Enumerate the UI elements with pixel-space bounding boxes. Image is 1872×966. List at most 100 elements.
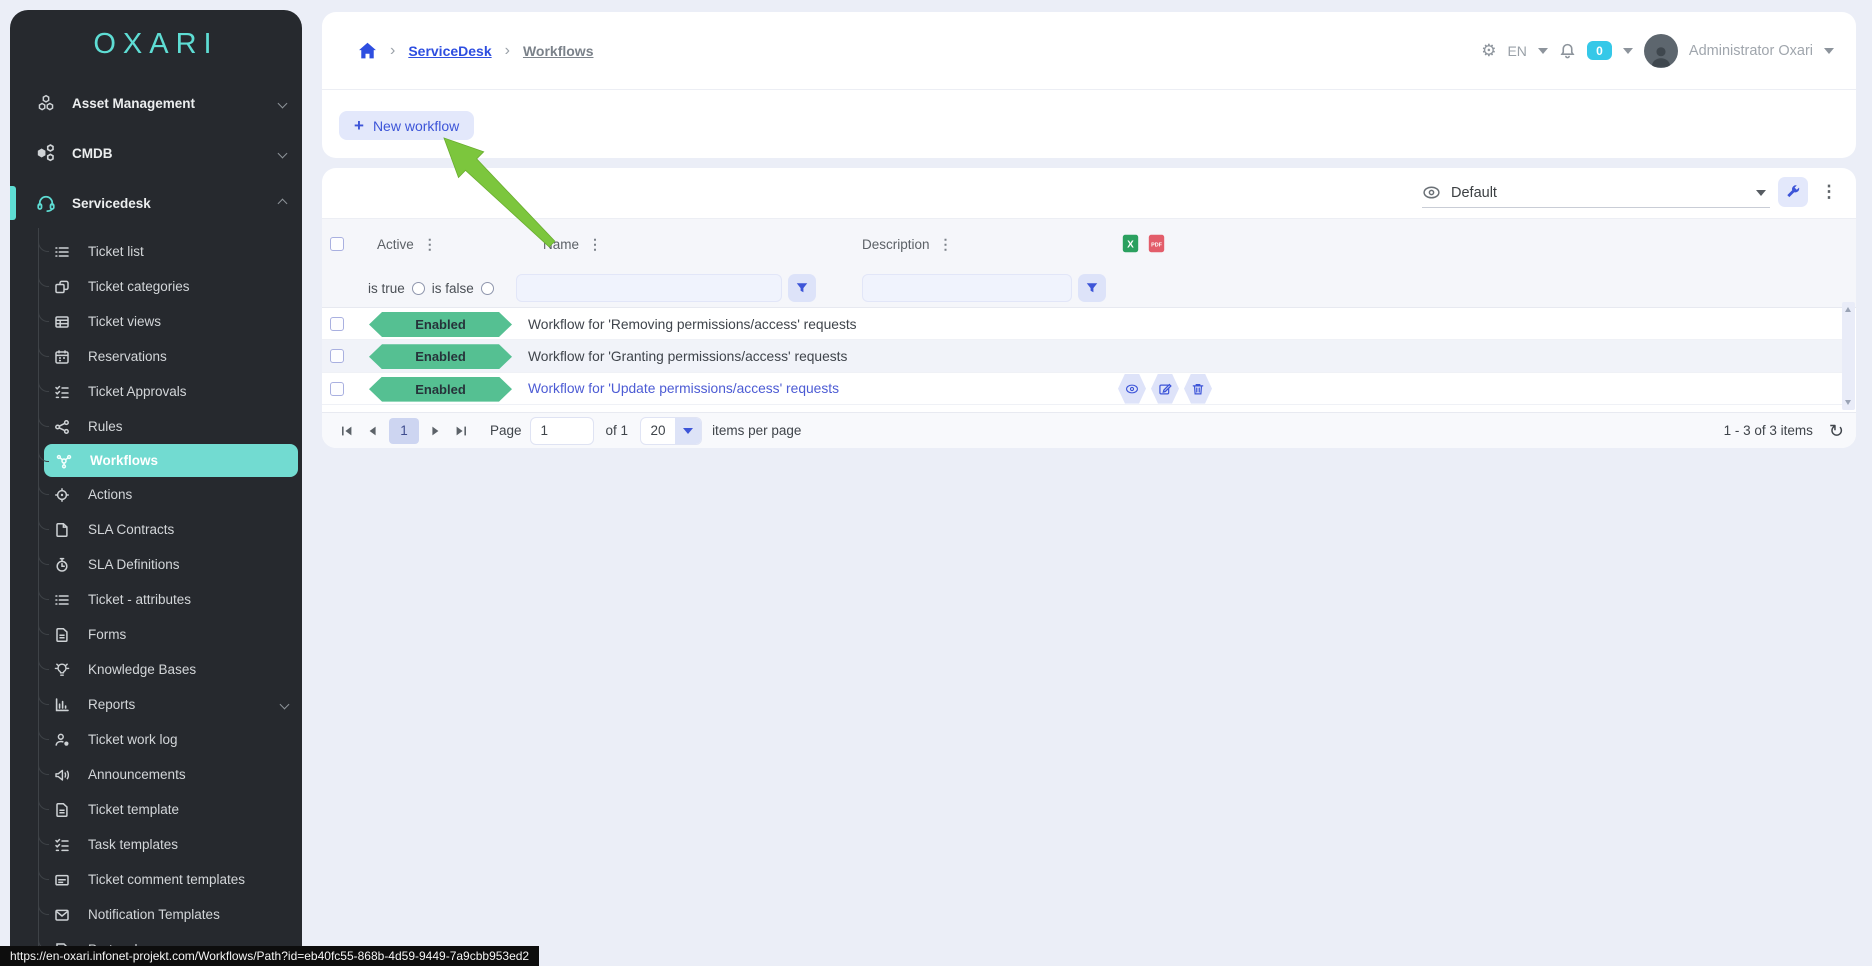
breadcrumb-servicedesk[interactable]: ServiceDesk	[408, 43, 491, 59]
sidebar-group-servicedesk[interactable]: Servicedesk	[10, 178, 302, 228]
sidebar-group-asset-management[interactable]: Asset Management	[10, 78, 302, 128]
sidebar-item-task-templates[interactable]: Task templates	[10, 827, 302, 862]
sidebar-item-reservations[interactable]: Reservations	[10, 339, 302, 374]
view-row-button[interactable]	[1118, 374, 1146, 404]
sidebar-item-sla-contracts[interactable]: SLA Contracts	[10, 512, 302, 547]
tree-connector	[38, 405, 49, 427]
sidebar-item-forms[interactable]: Forms	[10, 617, 302, 652]
sidebar-nav: Asset Management CMDB Servicedesk Ticket…	[10, 78, 302, 966]
sidebar-item-ticket-comment-templates[interactable]: Ticket comment templates	[10, 862, 302, 897]
chevron-down-icon[interactable]	[1623, 48, 1633, 54]
edit-row-button[interactable]	[1151, 374, 1179, 404]
sidebar-item-ticket-work-log[interactable]: Ticket work log	[10, 722, 302, 757]
table-row[interactable]: Enabled Workflow for 'Granting permissio…	[322, 340, 1843, 372]
sidebar-item-announcements[interactable]: Announcements	[10, 757, 302, 792]
stopwatch-icon	[54, 557, 70, 573]
tree-connector	[38, 788, 49, 810]
vertical-scrollbar[interactable]	[1842, 302, 1855, 410]
chevron-up-icon	[278, 198, 288, 208]
scroll-up-icon[interactable]	[1845, 307, 1851, 312]
is-false-radio[interactable]	[481, 282, 494, 295]
next-page-button[interactable]	[422, 418, 448, 444]
first-page-button[interactable]	[334, 418, 360, 444]
page-number-input[interactable]	[530, 417, 594, 445]
breadcrumb-workflows[interactable]: Workflows	[523, 43, 594, 59]
row-checkbox[interactable]	[330, 382, 344, 396]
sidebar-item-ticket-attributes[interactable]: Ticket - attributes	[10, 582, 302, 617]
grid-body: Enabled Workflow for 'Removing permissio…	[322, 308, 1843, 405]
name-filter-input[interactable]	[516, 274, 782, 302]
sidebar-item-ticket-approvals[interactable]: Ticket Approvals	[10, 374, 302, 409]
column-menu-icon[interactable]: ⋮	[939, 236, 953, 253]
view-eye-icon	[1422, 183, 1441, 202]
table-row[interactable]: Enabled Workflow for 'Removing permissio…	[322, 308, 1843, 340]
chevron-down-icon	[278, 148, 288, 158]
notification-badge[interactable]: 0	[1587, 41, 1612, 60]
page-header-card: › ServiceDesk › Workflows ⚙ EN 0 Adminis…	[322, 12, 1856, 158]
sidebar-item-workflows[interactable]: Workflows	[44, 444, 298, 477]
scroll-down-icon[interactable]	[1845, 400, 1851, 405]
export-excel-icon[interactable]	[1122, 234, 1139, 253]
sidebar-item-knowledge-bases[interactable]: Knowledge Bases	[10, 652, 302, 687]
delete-row-button[interactable]	[1184, 374, 1212, 404]
workflow-name-link[interactable]: Workflow for 'Update permissions/access'…	[528, 373, 839, 405]
avatar[interactable]	[1644, 34, 1678, 68]
sidebar-item-ticket-categories[interactable]: Ticket categories	[10, 269, 302, 304]
comment-card-icon	[54, 872, 70, 888]
tree-connector	[38, 753, 49, 775]
tree-connector	[38, 370, 49, 392]
workflow-name[interactable]: Workflow for 'Granting permissions/acces…	[528, 340, 847, 372]
sidebar-group-cmdb[interactable]: CMDB	[10, 128, 302, 178]
sidebar-item-rules[interactable]: Rules	[10, 409, 302, 444]
is-true-radio[interactable]	[412, 282, 425, 295]
name-filter-button[interactable]	[788, 274, 816, 302]
sidebar-item-reports[interactable]: Reports	[10, 687, 302, 722]
previous-page-button[interactable]	[360, 418, 386, 444]
sidebar-item-ticket-views[interactable]: Ticket views	[10, 304, 302, 339]
breadcrumb-separator: ›	[505, 42, 510, 60]
chevron-down-icon[interactable]	[1538, 48, 1548, 54]
new-workflow-label: New workflow	[373, 118, 459, 134]
column-header-name[interactable]: Name ⋮	[543, 219, 602, 269]
gear-icon[interactable]: ⚙	[1481, 41, 1496, 61]
new-workflow-button[interactable]: + New workflow	[339, 111, 474, 140]
current-page-button[interactable]: 1	[389, 418, 419, 444]
row-checkbox[interactable]	[330, 349, 344, 363]
mail-icon	[54, 907, 70, 923]
sidebar-item-actions[interactable]: Actions	[10, 477, 302, 512]
sidebar-item-ticket-list[interactable]: Ticket list	[10, 234, 302, 269]
bell-icon[interactable]	[1559, 42, 1576, 60]
grid-settings-button[interactable]	[1778, 177, 1808, 207]
chevron-down-icon[interactable]	[1824, 48, 1834, 54]
column-header-active[interactable]: Active ⋮	[377, 219, 437, 269]
last-page-button[interactable]	[448, 418, 474, 444]
sidebar-item-ticket-template[interactable]: Ticket template	[10, 792, 302, 827]
grid-menu-button[interactable]: ⋮	[1814, 177, 1844, 207]
edit-icon	[1158, 382, 1172, 396]
column-menu-icon[interactable]: ⋮	[423, 236, 437, 253]
row-checkbox[interactable]	[330, 317, 344, 331]
refresh-icon[interactable]: ↻	[1829, 422, 1844, 440]
person-clock-icon	[54, 732, 70, 748]
language-selector[interactable]: EN	[1507, 43, 1526, 59]
page-size-select[interactable]: 20	[640, 417, 702, 445]
hexagons-icon	[36, 93, 56, 113]
table-row[interactable]: Enabled Workflow for 'Update permissions…	[322, 373, 1843, 405]
description-filter-input[interactable]	[862, 274, 1072, 302]
select-all-checkbox[interactable]	[330, 237, 344, 251]
sidebar-item-sla-definitions[interactable]: SLA Definitions	[10, 547, 302, 582]
tree-connector	[38, 578, 49, 600]
user-menu[interactable]: Administrator Oxari	[1689, 43, 1813, 59]
sidebar-item-notification-templates[interactable]: Notification Templates	[10, 897, 302, 932]
page-size-dropdown[interactable]	[675, 418, 701, 444]
pager-range-label: 1 - 3 of 3 items	[1724, 423, 1813, 438]
view-selector-dropdown[interactable]: Default	[1422, 178, 1770, 208]
table-icon	[54, 314, 70, 330]
column-header-description[interactable]: Description ⋮	[862, 219, 953, 269]
home-icon[interactable]	[358, 41, 377, 60]
column-menu-icon[interactable]: ⋮	[588, 236, 602, 253]
export-pdf-icon[interactable]	[1148, 234, 1165, 253]
description-filter-button[interactable]	[1078, 274, 1106, 302]
items-per-page-label: items per page	[712, 423, 801, 438]
workflow-name[interactable]: Workflow for 'Removing permissions/acces…	[528, 308, 857, 340]
